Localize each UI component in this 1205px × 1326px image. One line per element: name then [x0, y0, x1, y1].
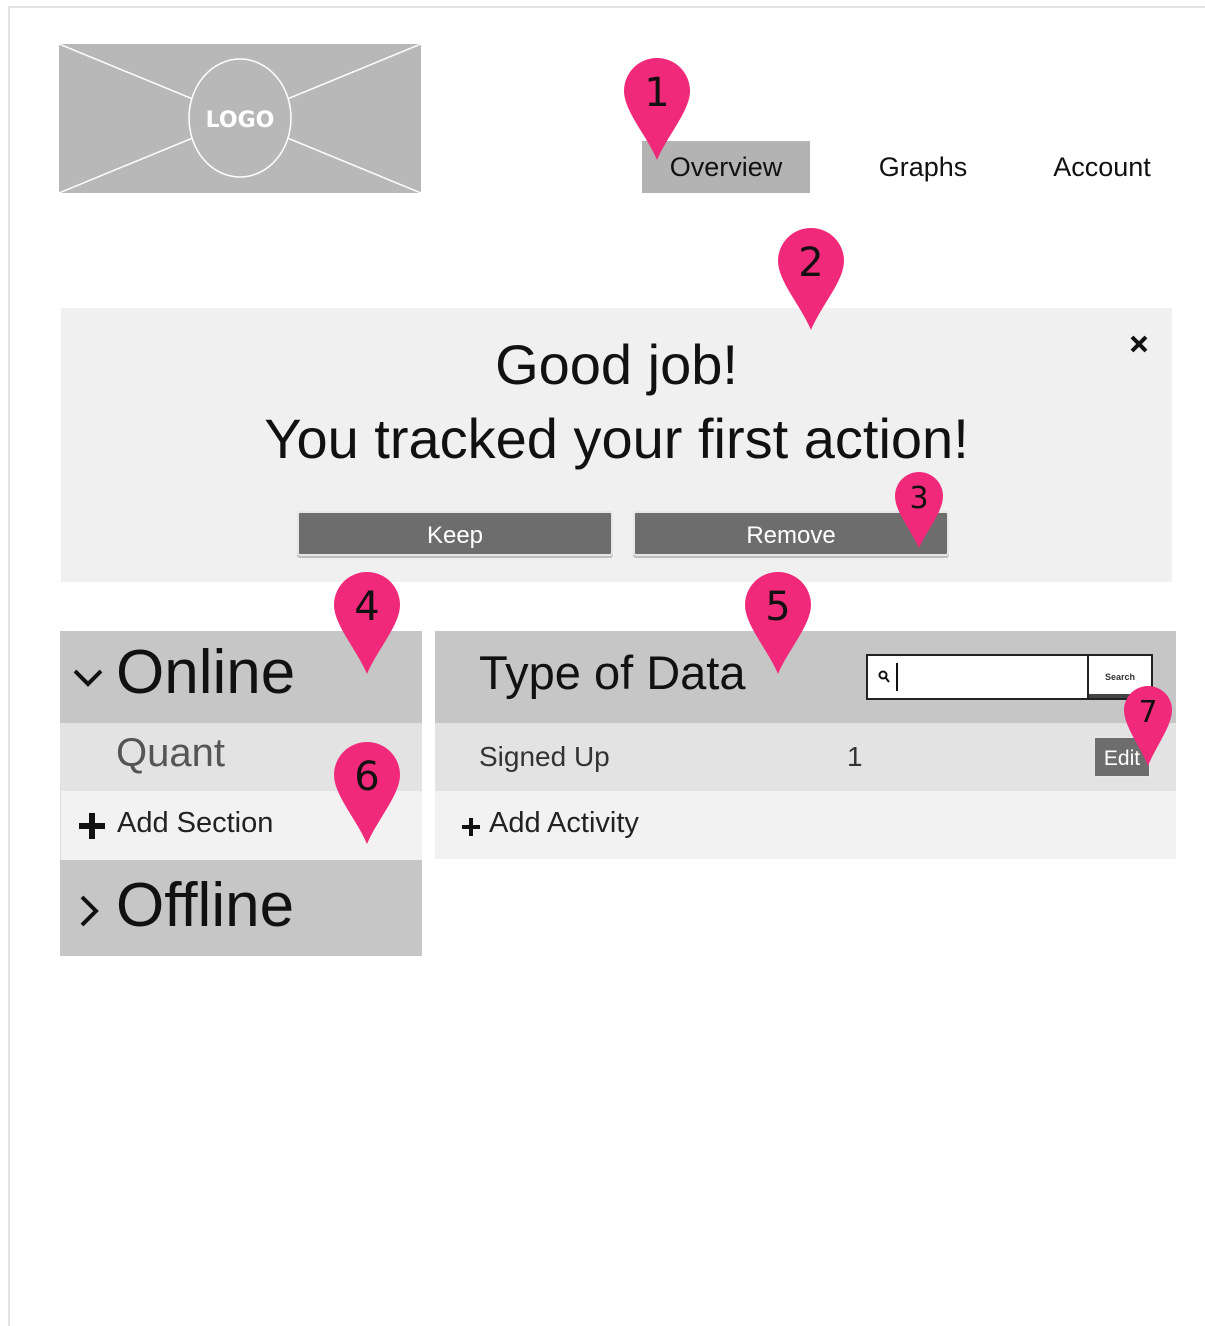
svg-text:2: 2 [798, 240, 823, 286]
plus-icon [79, 813, 105, 839]
search-input[interactable]: Search [866, 654, 1153, 700]
row-label: Signed Up [479, 741, 610, 772]
section-offline-label: Offline [116, 871, 295, 940]
annotation-marker-4: 4 [334, 572, 400, 674]
add-activity-button[interactable]: Add Activity [435, 791, 1176, 859]
plus-icon [462, 818, 480, 836]
chevron-down-icon [73, 669, 103, 687]
alert-heading: Good job! [495, 333, 738, 396]
search-icon [878, 670, 890, 683]
row-value: 1 [847, 741, 863, 772]
annotation-marker-7: 7 [1124, 686, 1172, 766]
keep-button[interactable]: Keep [297, 511, 613, 556]
annotation-marker-2: 2 [778, 228, 844, 330]
nav-account[interactable]: Account [1040, 141, 1164, 193]
svg-text:1: 1 [644, 70, 669, 116]
annotation-marker-5: 5 [745, 572, 811, 674]
logo-text: LOGO [206, 108, 275, 133]
add-section-label: Add Section [117, 807, 274, 839]
section-item-quant-label: Quant [116, 731, 225, 775]
success-alert: Good job! You tracked your first action!… [61, 308, 1172, 582]
text-cursor [896, 663, 898, 691]
logo-placeholder: LOGO [59, 44, 421, 193]
svg-text:3: 3 [909, 481, 928, 516]
chevron-right-icon [80, 895, 99, 927]
nav-graphs[interactable]: Graphs [860, 141, 986, 193]
section-online-label: Online [116, 638, 296, 707]
add-activity-label: Add Activity [489, 807, 639, 839]
close-icon[interactable] [1125, 330, 1153, 358]
svg-text:7: 7 [1138, 695, 1157, 730]
table-row: Signed Up 1 Edit [435, 723, 1176, 791]
section-offline[interactable]: Offline [60, 860, 422, 956]
annotation-marker-3: 3 [895, 472, 943, 548]
svg-text:6: 6 [354, 754, 379, 800]
annotation-marker-1: 1 [624, 58, 690, 160]
svg-text:4: 4 [354, 584, 379, 630]
alert-message: You tracked your first action! [264, 407, 969, 470]
panel-title: Type of Data [479, 646, 746, 699]
annotation-marker-6: 6 [334, 742, 400, 844]
svg-text:5: 5 [765, 584, 790, 630]
